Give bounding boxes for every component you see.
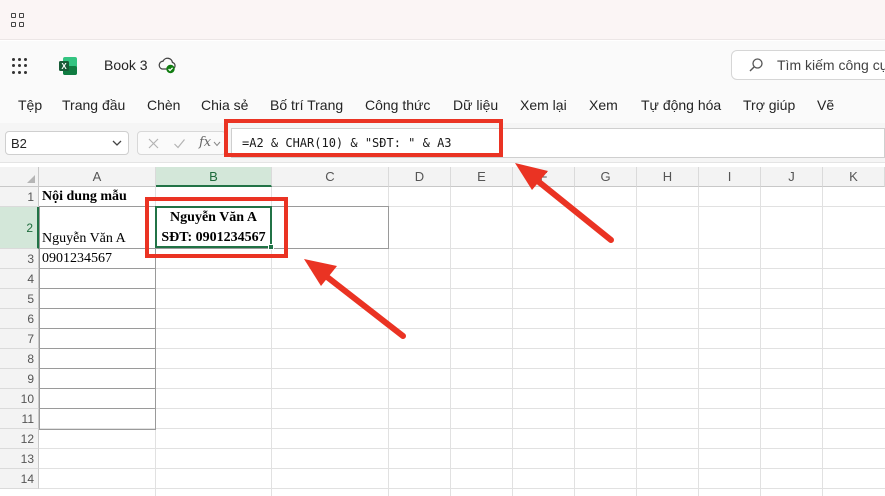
app-launcher-icon[interactable] [11, 13, 25, 27]
tab-share[interactable]: Chia sẻ [201, 97, 248, 113]
row-header-1[interactable]: 1 [0, 187, 39, 207]
title-bar: X Book 3 Tìm kiếm công cụ [0, 41, 885, 89]
tab-help[interactable]: Trợ giúp [743, 97, 795, 113]
name-box[interactable]: B2 [5, 131, 129, 155]
tab-home[interactable]: Trang đầu [62, 97, 125, 113]
row-header-9[interactable]: 9 [0, 369, 39, 389]
select-all-corner[interactable] [0, 167, 39, 187]
column-header-b[interactable]: B [156, 167, 272, 187]
cell-a3[interactable]: 0901234567 [42, 251, 112, 267]
row-header-8[interactable]: 8 [0, 349, 39, 369]
row-header-13[interactable]: 13 [0, 449, 39, 469]
cell-a2[interactable]: Nguyễn Văn A [42, 231, 126, 247]
tab-file[interactable]: Tệp [18, 97, 42, 113]
formula-actions: fx [137, 131, 226, 155]
cell-a1[interactable]: Nội dung mẫu [42, 189, 127, 205]
tab-draw[interactable]: Vẽ [817, 97, 834, 113]
tab-data[interactable]: Dữ liệu [453, 97, 498, 113]
row-header-6[interactable]: 6 [0, 309, 39, 329]
column-header-f[interactable]: F [513, 167, 575, 187]
column-header-k[interactable]: K [823, 167, 885, 187]
row-header-7[interactable]: 7 [0, 329, 39, 349]
ribbon-tabs: Tệp Trang đầu Chèn Chia sẻ Bố trí Trang … [0, 89, 885, 123]
tab-automate[interactable]: Tự động hóa [641, 97, 721, 113]
confirm-check-icon[interactable] [173, 137, 186, 150]
annotation-box-cell [145, 197, 288, 258]
row-header-14[interactable]: 14 [0, 469, 39, 489]
excel-logo-icon: X [59, 57, 77, 75]
cloud-saved-icon[interactable] [157, 55, 177, 75]
workbook-title[interactable]: Book 3 [104, 57, 148, 73]
chevron-down-icon[interactable] [112, 139, 122, 147]
insert-function-button[interactable]: fx [199, 135, 211, 150]
column-header-j[interactable]: J [761, 167, 823, 187]
column-header-c[interactable]: C [272, 167, 389, 187]
search-icon [749, 58, 763, 72]
column-header-a[interactable]: A [39, 167, 156, 187]
row-header-5[interactable]: 5 [0, 289, 39, 309]
column-header-i[interactable]: I [699, 167, 761, 187]
column-header-e[interactable]: E [451, 167, 513, 187]
row-header-2[interactable]: 2 [0, 207, 39, 249]
name-box-value: B2 [11, 136, 27, 151]
column-header-d[interactable]: D [389, 167, 451, 187]
search-placeholder: Tìm kiếm công cụ [777, 57, 885, 73]
fx-chevron-down-icon[interactable] [213, 141, 221, 147]
tab-formulas[interactable]: Công thức [365, 97, 430, 113]
bordered-range-column-a [39, 248, 156, 430]
tab-insert[interactable]: Chèn [147, 97, 180, 113]
search-input[interactable]: Tìm kiếm công cụ [731, 50, 885, 80]
system-top-bar [0, 0, 885, 40]
annotation-box-formula [224, 119, 503, 157]
tab-view[interactable]: Xem [589, 97, 618, 113]
tab-page-layout[interactable]: Bố trí Trang [270, 97, 343, 113]
cancel-icon[interactable] [147, 137, 160, 150]
column-header-g[interactable]: G [575, 167, 637, 187]
tab-review[interactable]: Xem lại [520, 97, 567, 113]
row-header-4[interactable]: 4 [0, 269, 39, 289]
waffle-menu-icon[interactable] [12, 58, 28, 74]
svg-text:X: X [61, 62, 67, 71]
row-header-10[interactable]: 10 [0, 389, 39, 409]
row-header-3[interactable]: 3 [0, 249, 39, 269]
row-header-11[interactable]: 11 [0, 409, 39, 429]
column-header-h[interactable]: H [637, 167, 699, 187]
row-header-12[interactable]: 12 [0, 429, 39, 449]
